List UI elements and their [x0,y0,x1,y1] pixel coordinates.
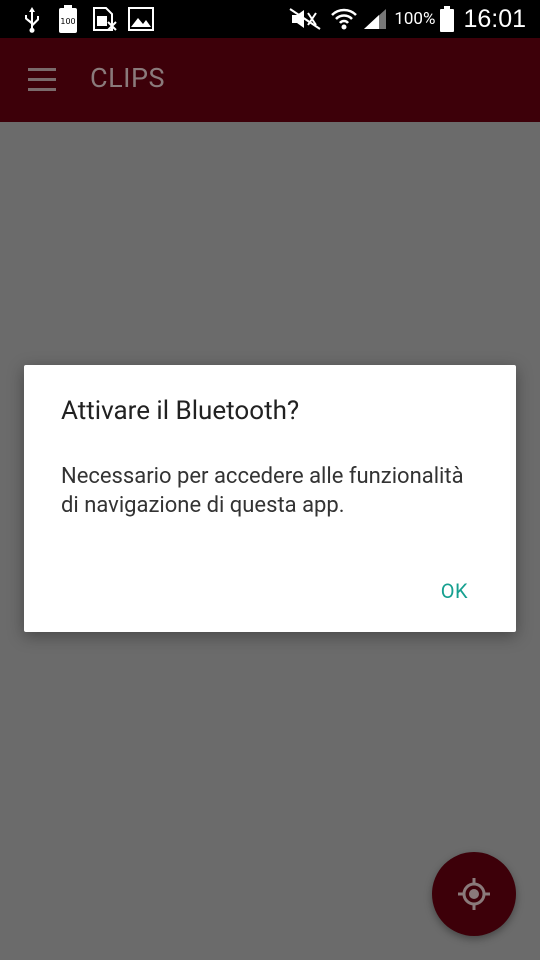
battery-icon [440,6,455,32]
dialog-message: Necessario per accedere alle funzionalit… [61,464,464,518]
my-location-button[interactable] [432,852,516,936]
image-icon [128,7,154,31]
status-bar: 100 100% 16:01 [0,0,540,38]
signal-icon [364,9,387,29]
battery-percent: 100% [394,9,436,29]
battery-100-icon: 100 [59,5,77,33]
my-location-icon [458,878,490,910]
sim-card-icon [93,7,117,31]
app-title: CLIPS [90,62,166,94]
dialog-title: Attivare il Bluetooth? [61,396,300,426]
usb-icon [25,7,39,33]
clock: 16:01 [463,4,526,33]
app-bar: CLIPS [0,38,540,122]
wifi-icon [331,8,358,30]
svg-text:100: 100 [60,17,75,26]
mute-icon [289,8,321,30]
bluetooth-dialog: Attivare il Bluetooth? Necessario per ac… [24,365,516,632]
hamburger-menu-icon[interactable] [28,68,56,92]
ok-button[interactable]: OK [441,579,468,603]
